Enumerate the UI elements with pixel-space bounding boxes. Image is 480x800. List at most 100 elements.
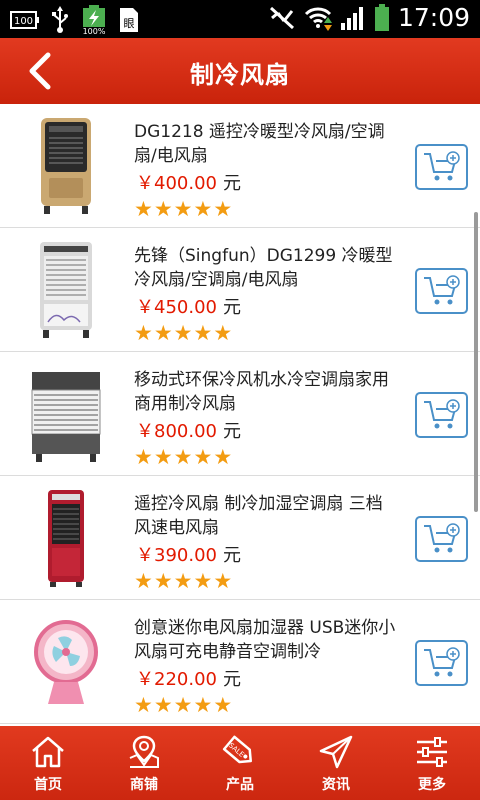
product-image: [41, 118, 91, 214]
tab-more[interactable]: 更多: [384, 726, 480, 800]
list-item[interactable]: 移动式环保冷风机水冷空调扇家用商用制冷风扇 ￥800.00 元 ★ ★ ★ ★ ★: [0, 352, 480, 476]
rating-stars: ★ ★ ★ ★ ★: [134, 445, 233, 469]
rating-stars: ★ ★ ★ ★ ★: [134, 321, 233, 345]
product-image: [34, 620, 98, 704]
star-icon: ★: [134, 321, 153, 345]
star-icon: ★: [173, 445, 193, 469]
mute-icon: [268, 5, 296, 31]
product-image: [31, 372, 101, 462]
price-value: ￥800.00: [136, 421, 217, 442]
product-price: ￥450.00 元: [136, 293, 241, 319]
bottom-tab-bar: 首页 商铺 SALE 产品 资讯 更多: [0, 726, 480, 800]
price-unit: 元: [222, 545, 241, 566]
page-title: 制冷风扇: [190, 61, 290, 89]
send-icon: [319, 735, 353, 769]
add-to-cart-icon: [423, 151, 460, 181]
app-header: 制冷风扇: [0, 38, 480, 104]
star-icon: ★: [213, 569, 233, 593]
add-to-cart-icon: [423, 523, 460, 553]
add-to-cart-button[interactable]: [415, 392, 468, 438]
product-price: ￥400.00 元: [136, 169, 241, 195]
star-icon: ★: [213, 321, 233, 345]
status-bar: 100 100% 眼 17:09: [0, 0, 480, 38]
product-list[interactable]: DG1218 遥控冷暖型冷风扇/空调扇/电风扇 ￥400.00 元 ★ ★ ★ ★ ★: [0, 104, 480, 726]
price-value: ￥390.00: [136, 545, 217, 566]
price-value: ￥220.00: [136, 669, 217, 690]
svg-text:眼: 眼: [124, 17, 135, 30]
add-to-cart-button[interactable]: [415, 640, 468, 686]
battery-left-label: 100: [14, 16, 33, 27]
battery-icon: 100: [10, 9, 40, 31]
sale-tag-icon: SALE: [222, 735, 252, 764]
add-to-cart-icon: [423, 647, 460, 677]
add-to-cart-icon: [423, 399, 460, 429]
star-icon: ★: [213, 693, 233, 717]
add-to-cart-button[interactable]: [415, 144, 468, 190]
product-image: [48, 490, 84, 587]
price-unit: 元: [222, 421, 241, 442]
product-name[interactable]: 创意迷你电风扇加湿器 USB迷你小风扇可充电静音空调制冷: [134, 616, 396, 664]
product-name[interactable]: 先锋（Singfun）DG1299 冷暖型冷风扇/空调扇/电风扇: [134, 244, 396, 292]
product-image: [40, 242, 92, 338]
tab-label: 首页: [34, 777, 62, 793]
price-unit: 元: [222, 669, 241, 690]
product-name[interactable]: 遥控冷风扇 制冷加湿空调扇 三档风速电风扇: [134, 492, 396, 540]
list-item[interactable]: 先锋（Singfun）DG1299 冷暖型冷风扇/空调扇/电风扇 ￥450.00…: [0, 228, 480, 352]
app-notification-icon: 眼: [118, 6, 140, 34]
product-name[interactable]: 移动式环保冷风机水冷空调扇家用商用制冷风扇: [134, 368, 396, 416]
status-time: 17:09: [397, 3, 470, 32]
home-icon: [32, 736, 64, 768]
add-to-cart-icon: [423, 275, 460, 305]
star-icon: ★: [193, 445, 213, 469]
star-icon: ★: [213, 445, 233, 469]
wifi-icon: [304, 5, 332, 31]
battery-full-icon: [374, 3, 390, 32]
list-item[interactable]: 创意迷你电风扇加湿器 USB迷你小风扇可充电静音空调制冷 ￥220.00 元 ★ ★…: [0, 600, 480, 724]
tab-products[interactable]: SALE 产品: [192, 726, 288, 800]
add-to-cart-button[interactable]: [415, 516, 468, 562]
star-icon: ★: [153, 197, 173, 221]
star-icon: ★: [134, 445, 153, 469]
tab-label: 产品: [226, 777, 254, 793]
product-price: ￥390.00 元: [136, 541, 241, 567]
star-icon: ★: [134, 569, 153, 593]
product-price: ￥800.00 元: [136, 417, 241, 443]
tab-label: 资讯: [322, 777, 350, 793]
star-icon: ★: [153, 445, 173, 469]
star-icon: ★: [193, 569, 213, 593]
star-icon: ★: [153, 569, 173, 593]
rating-stars: ★ ★ ★ ★ ★: [134, 693, 233, 717]
rating-stars: ★ ★ ★ ★ ★: [134, 569, 233, 593]
star-icon: ★: [213, 197, 233, 221]
star-icon: ★: [173, 197, 193, 221]
star-icon: ★: [134, 693, 153, 717]
usb-icon: [50, 6, 70, 34]
tab-label: 商铺: [130, 777, 158, 793]
star-icon: ★: [193, 693, 213, 717]
list-item[interactable]: DG1218 遥控冷暖型冷风扇/空调扇/电风扇 ￥400.00 元 ★ ★ ★ ★ ★: [0, 104, 480, 228]
battery-percent: 100%: [83, 27, 106, 35]
battery-charging-icon: 100%: [80, 5, 108, 35]
price-unit: 元: [222, 173, 241, 194]
tab-shops[interactable]: 商铺: [96, 726, 192, 800]
list-item[interactable]: 遥控冷风扇 制冷加湿空调扇 三档风速电风扇 ￥390.00 元 ★ ★ ★ ★ ★: [0, 476, 480, 600]
product-price: ￥220.00 元: [136, 665, 241, 691]
tab-home[interactable]: 首页: [0, 726, 96, 800]
rating-stars: ★ ★ ★ ★ ★: [134, 197, 233, 221]
star-icon: ★: [153, 693, 173, 717]
scrollbar[interactable]: [474, 212, 478, 512]
star-icon: ★: [134, 197, 153, 221]
add-to-cart-button[interactable]: [415, 268, 468, 314]
star-icon: ★: [173, 693, 193, 717]
map-pin-icon: [129, 735, 159, 768]
tab-news[interactable]: 资讯: [288, 726, 384, 800]
star-icon: ★: [173, 569, 193, 593]
tab-label: 更多: [418, 777, 446, 793]
signal-icon: [340, 5, 366, 31]
price-value: ￥400.00: [136, 173, 217, 194]
settings-sliders-icon: [417, 737, 447, 767]
star-icon: ★: [193, 321, 213, 345]
product-name[interactable]: DG1218 遥控冷暖型冷风扇/空调扇/电风扇: [134, 120, 396, 168]
star-icon: ★: [173, 321, 193, 345]
star-icon: ★: [193, 197, 213, 221]
